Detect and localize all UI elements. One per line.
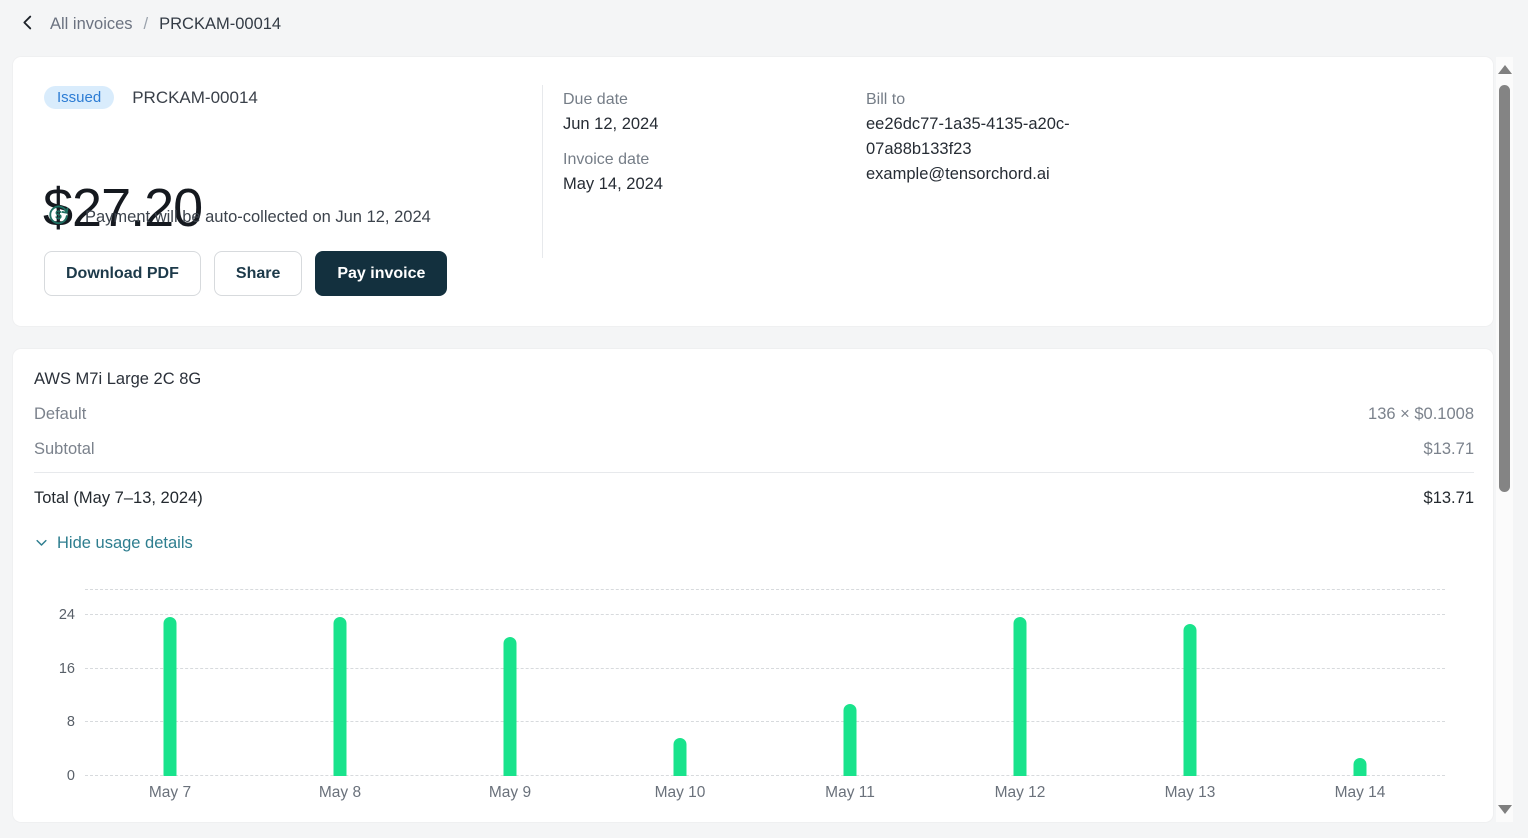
chart-bar[interactable] bbox=[1354, 758, 1367, 776]
share-button[interactable]: Share bbox=[214, 251, 302, 296]
svg-text:$: $ bbox=[55, 208, 62, 222]
download-pdf-button[interactable]: Download PDF bbox=[44, 251, 201, 296]
invoice-detail-page: All invoices / PRCKAM-00014 Issued PRCKA… bbox=[0, 0, 1528, 838]
invoice-date-value: May 14, 2024 bbox=[563, 172, 803, 197]
chart-x-tick-label: May 13 bbox=[1105, 784, 1275, 802]
chart-column: May 13 bbox=[1105, 590, 1275, 776]
auto-renew-dollar-icon: $ bbox=[46, 202, 71, 232]
chart-column: May 14 bbox=[1275, 590, 1445, 776]
scroll-up-arrow-icon[interactable] bbox=[1498, 65, 1512, 74]
due-date-value: Jun 12, 2024 bbox=[563, 112, 803, 137]
scroll-down-arrow-icon[interactable] bbox=[1498, 805, 1512, 814]
bill-to-column: Bill to ee26dc77-1a35-4135-a20c-07a88b13… bbox=[866, 87, 1114, 187]
chevron-down-icon bbox=[34, 535, 49, 553]
bill-to-email: example@tensorchord.ai bbox=[866, 162, 1114, 187]
chart-column: May 11 bbox=[765, 590, 935, 776]
chart-plot: May 7May 8May 9May 10May 11May 12May 13M… bbox=[85, 590, 1445, 776]
chart-column: May 12 bbox=[935, 590, 1105, 776]
breadcrumb-all-invoices[interactable]: All invoices bbox=[50, 15, 133, 34]
line-item-label: Subtotal bbox=[34, 440, 95, 459]
chart-y-tick-label: 16 bbox=[59, 661, 75, 677]
status-badge: Issued bbox=[44, 86, 114, 109]
chart-column: May 10 bbox=[595, 590, 765, 776]
chart-x-tick-label: May 11 bbox=[765, 784, 935, 802]
invoice-date-label: Invoice date bbox=[563, 147, 803, 172]
chart-bar[interactable] bbox=[164, 617, 177, 776]
line-item-value: $13.71 bbox=[1424, 440, 1474, 459]
breadcrumb-separator: / bbox=[144, 15, 149, 34]
bill-to-id: ee26dc77-1a35-4135-a20c-07a88b133f23 bbox=[866, 112, 1114, 162]
chart-bar[interactable] bbox=[1184, 624, 1197, 776]
hide-usage-details-toggle[interactable]: Hide usage details bbox=[34, 534, 193, 553]
toggle-label: Hide usage details bbox=[57, 534, 193, 553]
chart-y-tick-label: 0 bbox=[67, 768, 75, 784]
chart-y-axis: 081624 bbox=[34, 590, 85, 776]
chart-bar[interactable] bbox=[674, 738, 687, 776]
scrollbar[interactable] bbox=[1496, 57, 1513, 822]
chart-x-tick-label: May 7 bbox=[85, 784, 255, 802]
chart-column: May 8 bbox=[255, 590, 425, 776]
auto-collect-note: Payment will be auto-collected on Jun 12… bbox=[85, 208, 431, 227]
chart-x-tick-label: May 12 bbox=[935, 784, 1105, 802]
chart-y-tick-label: 8 bbox=[67, 714, 75, 730]
chart-column: May 7 bbox=[85, 590, 255, 776]
chart-bar[interactable] bbox=[504, 637, 517, 776]
line-item-value: 136 × $0.1008 bbox=[1368, 405, 1474, 424]
invoice-number: PRCKAM-00014 bbox=[132, 88, 258, 108]
bill-to-label: Bill to bbox=[866, 87, 1114, 112]
dates-column: Due date Jun 12, 2024 Invoice date May 1… bbox=[563, 87, 803, 197]
horizontal-divider bbox=[34, 472, 1474, 473]
chart-bar[interactable] bbox=[844, 704, 857, 776]
invoice-status-row: Issued PRCKAM-00014 bbox=[44, 86, 258, 109]
chart-x-tick-label: May 9 bbox=[425, 784, 595, 802]
vertical-divider bbox=[542, 85, 543, 258]
total-row: Total (May 7–13, 2024) $13.71 bbox=[34, 489, 1474, 508]
chart-x-tick-label: May 14 bbox=[1275, 784, 1445, 802]
breadcrumb-current-invoice: PRCKAM-00014 bbox=[159, 15, 281, 34]
usage-bar-chart: 0 8 16 24 May 7May 8May 9May 10May 11May 12… bbox=[34, 590, 1445, 810]
total-label: Total (May 7–13, 2024) bbox=[34, 489, 203, 508]
line-item-row: Default 136 × $0.1008 bbox=[34, 405, 1474, 424]
invoice-summary-card: Issued PRCKAM-00014 $27.20 $ Payment wil… bbox=[13, 57, 1493, 326]
chart-bar[interactable] bbox=[1014, 617, 1027, 776]
line-item-row: Subtotal $13.71 bbox=[34, 440, 1474, 459]
scrollbar-thumb[interactable] bbox=[1499, 85, 1510, 492]
product-name: AWS M7i Large 2C 8G bbox=[34, 370, 201, 389]
breadcrumb: All invoices / PRCKAM-00014 bbox=[16, 10, 281, 38]
chart-bar[interactable] bbox=[334, 617, 347, 776]
back-button[interactable] bbox=[16, 11, 39, 37]
auto-collect-row: $ Payment will be auto-collected on Jun … bbox=[46, 202, 431, 232]
usage-details-card: AWS M7i Large 2C 8G Default 136 × $0.100… bbox=[13, 349, 1493, 822]
total-value: $13.71 bbox=[1424, 489, 1474, 508]
line-item-label: Default bbox=[34, 405, 86, 424]
invoice-actions: Download PDF Share Pay invoice bbox=[44, 251, 447, 296]
chart-y-tick-label: 24 bbox=[59, 607, 75, 623]
chart-column: May 9 bbox=[425, 590, 595, 776]
chart-x-tick-label: May 8 bbox=[255, 784, 425, 802]
chevron-left-icon bbox=[18, 13, 37, 35]
due-date-label: Due date bbox=[563, 87, 803, 112]
chart-x-tick-label: May 10 bbox=[595, 784, 765, 802]
pay-invoice-button[interactable]: Pay invoice bbox=[315, 251, 447, 296]
